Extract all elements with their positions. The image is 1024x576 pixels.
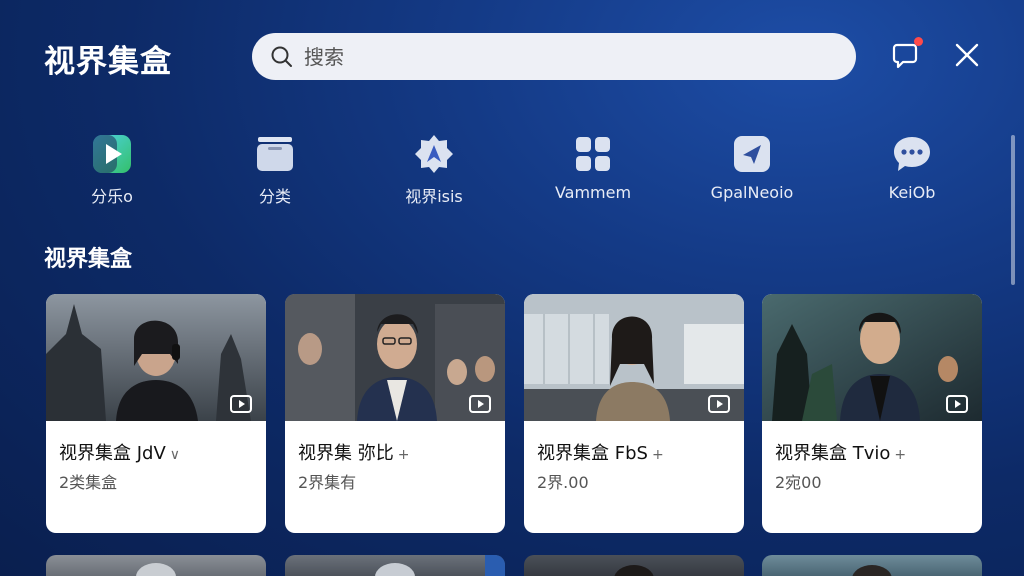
play-badge-icon	[469, 395, 491, 413]
quick-nav-label: 分类	[258, 187, 291, 206]
quick-nav-label: KeiOb	[888, 183, 936, 202]
video-card-peek[interactable]	[285, 555, 505, 576]
video-thumbnail[interactable]	[285, 294, 505, 421]
message-button[interactable]	[891, 37, 923, 70]
quick-nav: 分乐o 分类 视界isis Vammem GpalNeoio KeiOb	[0, 130, 1024, 210]
video-card-peek[interactable]	[46, 555, 266, 576]
app-title: 视界集盒	[44, 44, 172, 80]
search-bar[interactable]	[252, 33, 856, 80]
quick-nav-item[interactable]: 分乐o	[47, 130, 177, 207]
quick-nav-item[interactable]: 分类	[210, 130, 340, 207]
add-icon[interactable]: +	[398, 447, 410, 463]
card-title: 视界集盒 JdV ∨	[59, 443, 181, 464]
video-card[interactable]: 视界集 弥比 + 2界集有	[285, 294, 505, 533]
card-subtitle: 2界集有	[298, 473, 357, 492]
video-thumbnail[interactable]	[762, 294, 982, 421]
grid-icon	[576, 137, 610, 171]
chat-icon	[894, 137, 930, 171]
search-input[interactable]	[304, 44, 804, 69]
play-badge-icon	[708, 395, 730, 413]
card-subtitle: 2宛00	[775, 473, 822, 492]
quick-nav-label: 视界isis	[405, 187, 463, 206]
quick-nav-label: GpalNeoio	[710, 183, 794, 202]
quick-nav-item[interactable]: KeiOb	[847, 130, 977, 202]
scrollbar[interactable]	[1011, 135, 1015, 285]
card-title: 视界集 弥比 +	[298, 443, 410, 464]
quick-nav-item[interactable]: 视界isis	[369, 130, 499, 207]
video-card[interactable]: 视界集盒 FbS + 2界.00	[524, 294, 744, 533]
quick-nav-item[interactable]: GpalNeoio	[687, 130, 817, 202]
navigation-icon	[734, 136, 770, 172]
quick-nav-label: 分乐o	[91, 187, 133, 206]
video-card[interactable]: 视界集盒 Tvio + 2宛00	[762, 294, 982, 533]
section-title: 视界集盒	[44, 247, 133, 272]
close-button[interactable]	[952, 40, 982, 70]
add-icon[interactable]: +	[894, 447, 906, 463]
add-icon[interactable]: +	[652, 447, 664, 463]
play-icon	[93, 135, 131, 173]
quick-nav-item[interactable]: Vammem	[528, 130, 658, 202]
play-badge-icon	[230, 395, 252, 413]
notification-dot	[914, 37, 923, 46]
video-thumbnail[interactable]	[524, 294, 744, 421]
card-title: 视界集盒 FbS +	[537, 443, 664, 464]
video-card-peek[interactable]	[524, 555, 744, 576]
search-icon	[271, 46, 292, 67]
quick-nav-label: Vammem	[554, 183, 632, 202]
play-badge-icon	[946, 395, 968, 413]
card-subtitle: 2界.00	[537, 473, 589, 492]
video-card-peek[interactable]	[762, 555, 982, 576]
expand-icon[interactable]: ∨	[170, 447, 180, 463]
video-thumbnail[interactable]	[46, 294, 266, 421]
close-icon	[955, 43, 979, 67]
compass-icon	[415, 135, 453, 173]
folder-icon	[257, 137, 293, 171]
card-subtitle: 2类集盒	[59, 473, 118, 492]
video-card[interactable]: 视界集盒 JdV ∨ 2类集盒	[46, 294, 266, 533]
card-title: 视界集盒 Tvio +	[775, 443, 907, 464]
